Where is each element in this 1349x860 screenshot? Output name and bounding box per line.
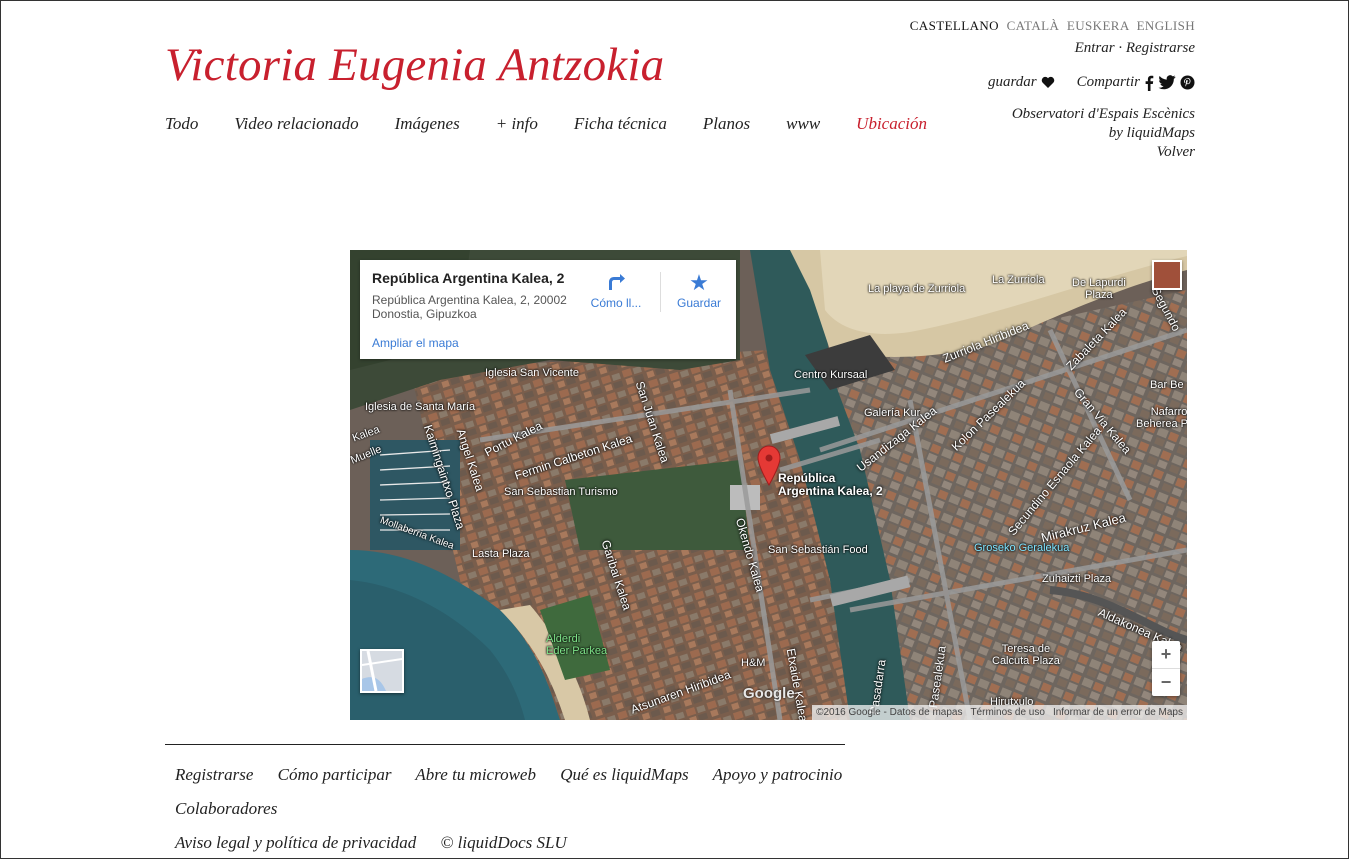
label-playa: La playa de Zurriola [868, 283, 966, 295]
footer-support[interactable]: Apoyo y patrocinio [713, 765, 843, 784]
pinterest-icon[interactable] [1180, 75, 1195, 90]
share-bar: guardar Compartir [988, 74, 1195, 91]
attribution-terms[interactable]: Términos de uso [970, 707, 1044, 718]
nav-ficha[interactable]: Ficha técnica [574, 114, 667, 134]
pin-label: República Argentina Kalea, 2 [778, 471, 883, 498]
nav-todo[interactable]: Todo [165, 114, 198, 134]
back-link[interactable]: Volver [1012, 143, 1195, 162]
label-hm: H&M [741, 657, 766, 669]
label-groseko: Groseko Geralekua [974, 542, 1070, 554]
directions-button[interactable]: Cómo ll... [580, 270, 652, 310]
card-divider [660, 272, 661, 312]
facebook-icon[interactable] [1144, 75, 1154, 91]
label-lasta: Lasta Plaza [472, 548, 530, 560]
label-teresa: Teresa de Calcuta Plaza [992, 643, 1060, 667]
attribution-copyright: ©2016 Google - Datos de mapas [816, 707, 963, 718]
footer-participate[interactable]: Cómo participar [278, 765, 392, 784]
footer-divider [165, 744, 845, 745]
map-attribution: ©2016 Google - Datos de mapas Términos d… [812, 705, 1187, 720]
language-switcher: CASTELLANO CATALÀ EUSKERA ENGLISH [906, 18, 1195, 34]
auth-separator: · [1118, 40, 1123, 56]
zoom-controls: + − [1152, 641, 1180, 696]
satellite-toggle[interactable] [360, 649, 404, 693]
card-address: República Argentina Kalea, 2, 20002 Dono… [372, 293, 567, 321]
footer-microweb[interactable]: Abre tu microweb [415, 765, 536, 784]
share-link[interactable]: Compartir [1077, 74, 1140, 91]
observatory-block: Observatori d'Espais Escènics by liquidM… [1012, 105, 1195, 162]
card-title: República Argentina Kalea, 2 [372, 270, 565, 286]
lang-english[interactable]: ENGLISH [1137, 18, 1195, 33]
save-place-button[interactable]: ★ Guardar [663, 270, 735, 310]
label-iglesia-vicente: Iglesia San Vicente [485, 367, 579, 379]
zoom-in-button[interactable]: + [1152, 641, 1180, 669]
footer-about[interactable]: Qué es liquidMaps [560, 765, 688, 784]
attribution-report[interactable]: Informar de un error de Maps [1053, 707, 1183, 718]
main-nav: Todo Video relacionado Imágenes + info F… [165, 114, 927, 134]
enlarge-map-link[interactable]: Ampliar el mapa [372, 336, 459, 350]
twitter-icon[interactable] [1158, 75, 1176, 90]
label-alderdi: Alderdi Eder Parkea [546, 633, 608, 657]
embedded-map[interactable]: Iglesia San Vicente Iglesia de Santa Mar… [350, 250, 1187, 720]
login-link[interactable]: Entrar [1075, 40, 1115, 56]
label-barbe: Bar Be [1150, 379, 1184, 391]
avatar[interactable] [1152, 260, 1182, 290]
heart-icon[interactable] [1041, 76, 1055, 89]
register-link[interactable]: Registrarse [1126, 40, 1195, 56]
footer-legal[interactable]: Aviso legal y política de privacidad [175, 833, 416, 852]
auth-links: Entrar · Registrarse [1075, 40, 1195, 57]
label-zuhaizti: Zuhaizti Plaza [1042, 573, 1112, 585]
label-iglesia-maria: Iglesia de Santa María [365, 401, 476, 413]
nav-video[interactable]: Video relacionado [234, 114, 358, 134]
label-food: San Sebastián Food [768, 544, 868, 556]
save-link[interactable]: guardar [988, 74, 1037, 91]
nav-info[interactable]: + info [496, 114, 538, 134]
footer: Registrarse Cómo participar Abre tu micr… [175, 758, 975, 860]
lang-castellano[interactable]: CASTELLANO [910, 18, 999, 33]
footer-collaborators[interactable]: Colaboradores [175, 799, 277, 818]
label-zurriola: La Zurriola [992, 274, 1045, 286]
liquidmaps-byline[interactable]: by liquidMaps [1012, 124, 1195, 143]
label-lapurdi: De Lapurdi Plaza [1072, 277, 1126, 301]
nav-ubicacion[interactable]: Ubicación [856, 114, 927, 134]
lang-catala[interactable]: CATALÀ [1007, 18, 1060, 33]
nav-planos[interactable]: Planos [703, 114, 750, 134]
footer-copyright: © liquidDocs SLU [440, 833, 567, 852]
footer-register[interactable]: Registrarse [175, 765, 253, 784]
map-info-card: República Argentina Kalea, 2 República A… [360, 260, 736, 359]
google-logo: Google [743, 685, 795, 702]
directions-icon [580, 270, 652, 296]
observatory-link[interactable]: Observatori d'Espais Escènics [1012, 105, 1195, 124]
label-turismo: San Sebastian Turismo [504, 486, 618, 498]
map-thumbnail-icon [361, 650, 403, 692]
label-nafarroa: NafarroaBeherea Plaza [1136, 406, 1187, 430]
zoom-out-button[interactable]: − [1152, 669, 1180, 696]
label-kursaal: Centro Kursaal [794, 369, 868, 381]
nav-www[interactable]: www [786, 114, 820, 134]
site-title[interactable]: Victoria Eugenia Antzokia [165, 38, 664, 92]
lang-euskera[interactable]: EUSKERA [1067, 18, 1129, 33]
nav-imagenes[interactable]: Imágenes [395, 114, 460, 134]
star-icon: ★ [689, 270, 709, 295]
